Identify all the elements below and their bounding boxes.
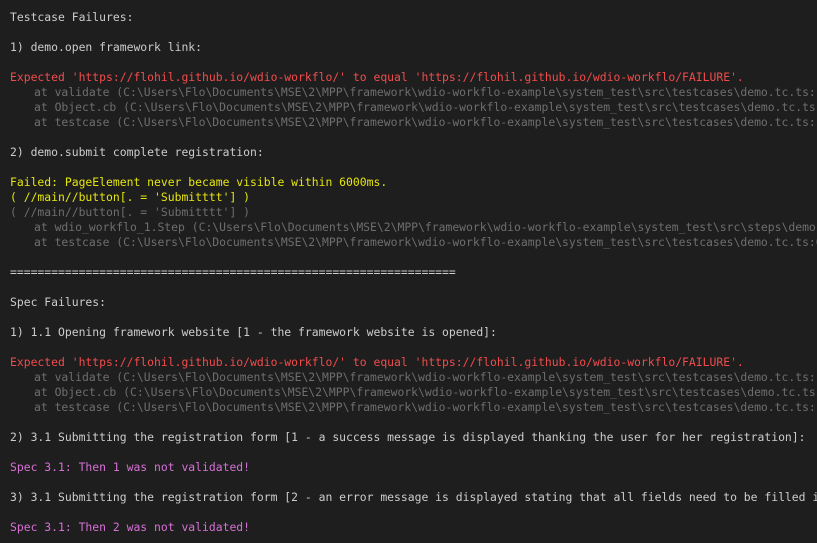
testcase-failure-2-title: 2) demo.submit complete registration: (10, 145, 264, 159)
testcase-failure-2-message: Failed: PageElement never became visible… (10, 175, 388, 189)
stack-trace-line: at testcase (C:\Users\Flo\Documents\MSE\… (34, 115, 817, 129)
spec-failure-3-title: 3) 3.1 Submitting the registration form … (10, 490, 817, 504)
terminal-output[interactable]: Testcase Failures: 1) demo.open framewor… (0, 0, 817, 543)
testcase-failure-1-title: 1) demo.open framework link: (10, 40, 203, 54)
spec-failure-2-title: 2) 3.1 Submitting the registration form … (10, 430, 806, 444)
stack-trace-line: at wdio_workflo_1.Step (C:\Users\Flo\Doc… (34, 220, 817, 234)
stack-trace-line: at testcase (C:\Users\Flo\Documents\MSE\… (34, 400, 817, 414)
spec-failure-1-title: 1) 1.1 Opening framework website [1 - th… (10, 325, 497, 339)
stack-trace-line: at Object.cb (C:\Users\Flo\Documents\MSE… (34, 100, 817, 114)
spec-failures-header: Spec Failures: (10, 295, 107, 309)
testcase-failure-1-message: Expected 'https://flohil.github.io/wdio-… (10, 70, 744, 84)
testcase-failures-header: Testcase Failures: (10, 10, 134, 24)
section-separator: ========================================… (10, 265, 456, 279)
spec-failure-3-message: Spec 3.1: Then 2 was not validated! (10, 520, 251, 534)
spec-failure-2-message: Spec 3.1: Then 1 was not validated! (10, 460, 251, 474)
stack-trace-line: at testcase (C:\Users\Flo\Documents\MSE\… (34, 235, 817, 249)
testcase-failure-2-selector: ( //main//button[. = 'Submitttt'] ) (10, 190, 251, 204)
stack-trace-line: at Object.cb (C:\Users\Flo\Documents\MSE… (34, 385, 817, 399)
stack-trace-line: at validate (C:\Users\Flo\Documents\MSE\… (34, 85, 817, 99)
spec-failure-1-message: Expected 'https://flohil.github.io/wdio-… (10, 355, 744, 369)
stack-trace-selector: ( //main//button[. = 'Submitttt'] ) (10, 205, 251, 219)
stack-trace-line: at validate (C:\Users\Flo\Documents\MSE\… (34, 370, 817, 384)
